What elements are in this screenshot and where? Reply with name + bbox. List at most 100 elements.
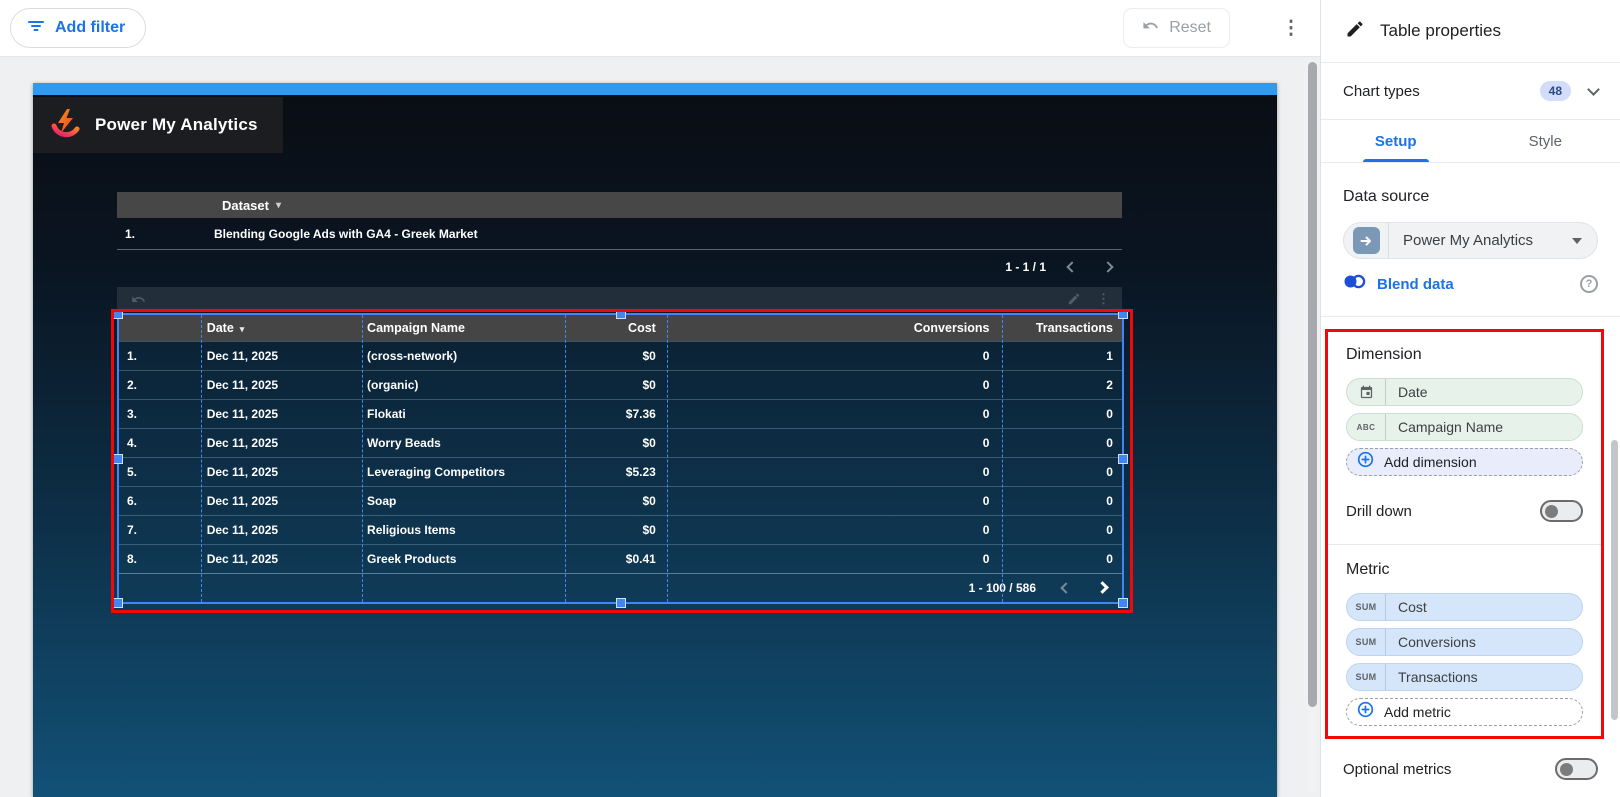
selection-handle[interactable] <box>616 599 625 607</box>
selection-handle[interactable] <box>1119 454 1127 463</box>
table-cell: Leveraging Competitors <box>367 465 506 479</box>
tab-setup[interactable]: Setup <box>1321 120 1471 162</box>
metric-section: Metric SUM Cost SUM Conversions SUM Transacti… <box>1328 561 1601 726</box>
chart-types-label: Chart types <box>1343 82 1420 100</box>
table-cell: Dec 11, 2025 <box>206 349 279 363</box>
blend-data-link[interactable]: Blend data <box>1377 276 1454 293</box>
more-options-icon[interactable]: ⋮ <box>1280 19 1302 38</box>
dataset-header-label: Dataset <box>222 197 269 213</box>
panel-scrollbar-thumb[interactable] <box>1611 440 1618 720</box>
data-source-heading: Data source <box>1343 188 1430 205</box>
add-filter-button[interactable]: Add filter <box>10 8 147 48</box>
canvas-scrollbar-thumb[interactable] <box>1308 62 1317 707</box>
top-bar: Add filter Reset ⋮ <box>0 0 1320 57</box>
add-metric-label: Add metric <box>1384 704 1451 720</box>
abc-icon: ABC <box>1347 414 1386 440</box>
table-cell: 3. <box>127 407 138 421</box>
pma-logo-text: Power My Analytics <box>95 115 258 134</box>
blend-data-row: Blend data ? <box>1343 274 1598 294</box>
table-cell: 5. <box>127 465 138 479</box>
sum-aggregation-chip: SUM <box>1347 594 1386 620</box>
table-cell: 0 <box>982 378 990 392</box>
metric-field[interactable]: SUM Cost <box>1346 593 1583 621</box>
sum-aggregation-chip: SUM <box>1347 629 1386 655</box>
selection-handle[interactable] <box>114 310 122 318</box>
table-cell: Dec 11, 2025 <box>206 436 279 450</box>
tab-style[interactable]: Style <box>1471 120 1620 162</box>
table-cell: 2 <box>1106 378 1113 392</box>
metric-field[interactable]: SUM Transactions <box>1346 663 1583 691</box>
next-page-icon[interactable] <box>1102 260 1114 273</box>
optional-metrics-toggle[interactable] <box>1555 758 1598 780</box>
table-prev-page-icon[interactable] <box>1060 582 1072 594</box>
data-table-chart[interactable]: Date ▾ Campaign Name Cost Conversions Transac… <box>114 310 1127 607</box>
add-dimension-button[interactable]: Add dimension <box>1346 448 1583 476</box>
dimension-field[interactable]: ABC Campaign Name <box>1346 413 1583 441</box>
panel-header: Table properties <box>1321 0 1620 63</box>
table-cell: Dec 11, 2025 <box>206 552 279 566</box>
table-next-page-icon[interactable] <box>1096 581 1109 594</box>
dataset-rows: 1. Blending Google Ads with GA4 - Greek M… <box>117 218 1122 249</box>
table-row: 2. Dec 11, 2025 (organic) $0 0 2 <box>119 370 1122 399</box>
metric-field-label: Transactions <box>1398 669 1478 685</box>
add-metric-button[interactable]: Add metric <box>1346 698 1583 726</box>
selection-handle[interactable] <box>616 310 625 318</box>
pma-logo-icon <box>49 106 83 145</box>
column-header[interactable]: Cost <box>563 321 665 335</box>
column-header[interactable]: Conversions <box>665 321 999 335</box>
table-row: 1. Dec 11, 2025 (cross-network) $0 0 1 <box>119 341 1122 370</box>
dataset-header[interactable]: Dataset ▾ <box>117 192 1122 218</box>
column-header[interactable]: Transactions <box>998 321 1122 335</box>
selection-handle[interactable] <box>1119 310 1127 318</box>
metric-field-label: Cost <box>1398 599 1427 615</box>
selection-handle[interactable] <box>114 599 122 607</box>
chevron-down-icon[interactable] <box>1587 82 1600 96</box>
selection-handle[interactable] <box>114 454 122 463</box>
table-cell: 8. <box>127 552 138 566</box>
table-cell: $0 <box>642 378 656 392</box>
properties-panel: Table properties Chart types 48 Setup Sty… <box>1320 0 1620 797</box>
app-root: Add filter Reset ⋮ Power My Analytics Da… <box>0 0 1620 797</box>
data-source-icon-wrap <box>1344 223 1389 258</box>
selection-handle[interactable] <box>1119 599 1127 607</box>
table-cell: 0 <box>1106 465 1113 479</box>
column-guide <box>362 315 363 602</box>
table-cell: 0 <box>1106 494 1113 508</box>
chart-more-options-icon[interactable]: ⋮ <box>1097 291 1110 307</box>
table-cell: (cross-network) <box>367 349 458 363</box>
dimension-section: Dimension Date ABC Campaign Name Add dimen… <box>1328 346 1601 522</box>
table-cell: 0 <box>1106 407 1113 421</box>
dimension-field-label: Campaign Name <box>1398 419 1504 435</box>
dimension-field[interactable]: Date <box>1346 378 1583 406</box>
table-cell: 7. <box>127 523 138 537</box>
table-cell: 2. <box>127 378 138 392</box>
chart-edit-icon[interactable] <box>1067 292 1081 306</box>
table-cell: 0 <box>982 465 990 479</box>
table-cell: Worry Beads <box>367 436 441 450</box>
dimension-heading: Dimension <box>1346 346 1422 363</box>
column-header[interactable]: Campaign Name <box>361 321 563 335</box>
table-cell: Dec 11, 2025 <box>206 523 279 537</box>
sort-caret-icon: ▾ <box>275 199 281 211</box>
dataset-table[interactable]: Dataset ▾ 1. Blending Google Ads with GA4… <box>117 192 1122 283</box>
undo-icon <box>1142 17 1159 39</box>
canvas-scrollbar-track[interactable] <box>1306 60 1318 794</box>
table-cell: 0 <box>982 407 990 421</box>
chart-types-row[interactable]: Chart types 48 <box>1321 63 1620 120</box>
add-dimension-label: Add dimension <box>1384 454 1477 470</box>
metric-field[interactable]: SUM Conversions <box>1346 628 1583 656</box>
data-source-selector[interactable]: Power My Analytics <box>1343 222 1598 259</box>
data-source-section: Data source Power My Analytics Blend dat… <box>1321 188 1620 317</box>
table-cell: Dec 11, 2025 <box>206 407 279 421</box>
table-cell: $0 <box>642 349 656 363</box>
chart-undo-icon[interactable] <box>131 292 146 307</box>
top-bar-right: Reset ⋮ <box>1123 8 1302 48</box>
reset-button[interactable]: Reset <box>1123 8 1230 48</box>
dimension-field-label: Date <box>1398 384 1428 400</box>
column-header[interactable]: Date ▾ <box>201 321 361 335</box>
report-canvas[interactable]: Power My Analytics Dataset ▾ 1. Blending … <box>33 83 1277 797</box>
section-divider <box>1328 544 1601 545</box>
prev-page-icon[interactable] <box>1066 260 1078 273</box>
drill-down-toggle[interactable] <box>1540 500 1583 522</box>
help-icon[interactable]: ? <box>1580 275 1598 293</box>
